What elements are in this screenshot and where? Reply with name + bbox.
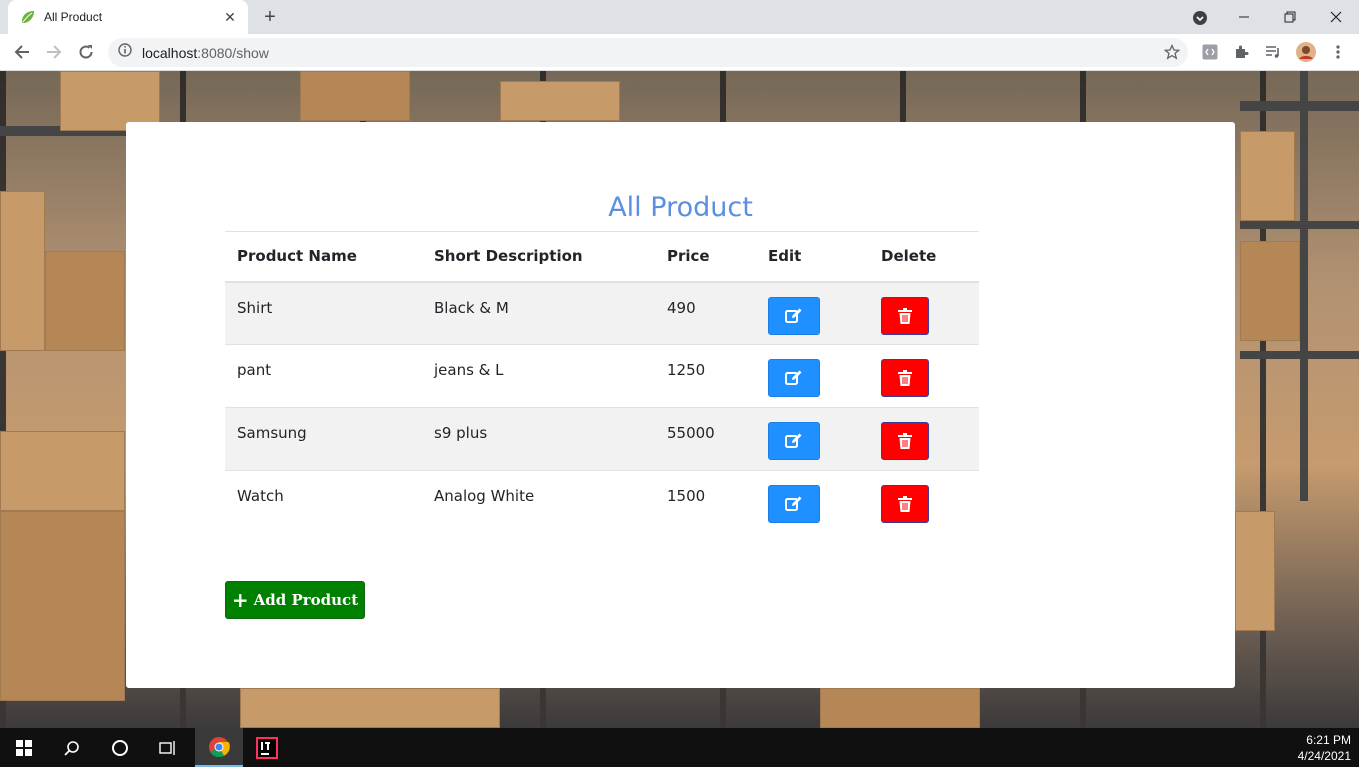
task-view-icon[interactable] — [144, 728, 192, 767]
edit-button[interactable] — [768, 422, 820, 460]
cell-product-name: Shirt — [225, 281, 422, 345]
menu-kebab-icon[interactable] — [1328, 42, 1348, 62]
browser-tab[interactable]: All Product ✕ — [8, 0, 248, 34]
table-row: Samsung s9 plus 55000 — [225, 407, 979, 471]
url-text: localhost:8080/show — [142, 45, 269, 61]
edit-icon — [785, 433, 802, 448]
trash-icon — [898, 496, 912, 512]
back-arrow-icon[interactable] — [10, 40, 34, 64]
cell-short-description: s9 plus — [422, 407, 655, 471]
spring-leaf-icon — [20, 9, 36, 25]
column-header-delete: Delete — [869, 231, 979, 283]
clock-time: 6:21 PM — [1306, 733, 1351, 747]
edit-button[interactable] — [768, 296, 820, 335]
address-bar[interactable]: localhost:8080/show — [108, 38, 1188, 67]
url-host: localhost — [142, 44, 198, 61]
add-product-label: Add Product — [253, 591, 359, 609]
windows-start-icon[interactable] — [0, 728, 48, 767]
cell-edit — [756, 407, 869, 471]
tab-close-icon[interactable]: ✕ — [222, 9, 238, 26]
cell-short-description: jeans & L — [422, 344, 655, 408]
edit-icon — [785, 370, 802, 385]
tab-strip: All Product ✕ + — [0, 0, 1359, 34]
column-header-price: Price — [655, 231, 756, 283]
table-row: pant jeans & L 1250 — [225, 344, 979, 408]
edit-icon — [785, 496, 802, 511]
page-viewport: All Product Product Name Short Descripti… — [0, 71, 1359, 728]
cell-product-name: pant — [225, 344, 422, 408]
cell-edit — [756, 470, 869, 534]
cell-short-description: Black & M — [422, 281, 655, 345]
bookmark-star-icon[interactable] — [1163, 43, 1181, 65]
cell-delete — [869, 281, 979, 345]
column-header-edit: Edit — [756, 231, 869, 283]
devtools-extension-icon[interactable] — [1200, 42, 1220, 62]
product-table: Product Name Short Description Price Edi… — [225, 231, 979, 534]
minimize-icon[interactable] — [1221, 0, 1267, 34]
trash-icon — [898, 307, 912, 324]
new-tab-button[interactable]: + — [258, 5, 282, 29]
column-header-short-description: Short Description — [422, 231, 655, 283]
table-row: Watch Analog White 1500 — [225, 470, 979, 534]
plus-icon: + — [231, 588, 249, 612]
intellij-taskbar-icon[interactable] — [243, 728, 291, 767]
close-window-icon[interactable] — [1313, 0, 1359, 34]
edit-button[interactable] — [768, 359, 820, 397]
url-path: :8080/show — [197, 44, 269, 61]
delete-button[interactable] — [881, 485, 929, 523]
clock-date: 4/24/2021 — [1297, 749, 1351, 763]
info-icon[interactable] — [118, 43, 132, 62]
tab-search-icon[interactable] — [1190, 8, 1210, 28]
cell-delete — [869, 407, 979, 471]
delete-button[interactable] — [881, 359, 929, 397]
cell-price: 1250 — [655, 344, 756, 408]
cell-short-description: Analog White — [422, 470, 655, 534]
profile-avatar[interactable] — [1296, 42, 1316, 62]
product-card: All Product Product Name Short Descripti… — [126, 122, 1235, 688]
system-clock[interactable]: 6:21 PM 4/24/2021 — [1298, 732, 1351, 764]
chrome-taskbar-icon[interactable] — [195, 728, 243, 767]
search-icon[interactable] — [48, 728, 96, 767]
forward-arrow-icon[interactable] — [42, 40, 66, 64]
trash-icon — [898, 370, 912, 386]
cell-product-name: Samsung — [225, 407, 422, 471]
trash-icon — [898, 433, 912, 449]
browser-toolbar: localhost:8080/show — [0, 34, 1359, 71]
reload-icon[interactable] — [74, 40, 98, 64]
cortana-icon[interactable] — [96, 728, 144, 767]
table-row: Shirt Black & M 490 — [225, 281, 979, 345]
cell-price: 55000 — [655, 407, 756, 471]
page-title: All Product — [608, 192, 753, 223]
column-header-product-name: Product Name — [225, 231, 422, 283]
taskbar: 6:21 PM 4/24/2021 — [0, 728, 1359, 767]
cell-edit — [756, 281, 869, 345]
cell-price: 490 — [655, 281, 756, 345]
cell-edit — [756, 344, 869, 408]
cell-price: 1500 — [655, 470, 756, 534]
edit-button[interactable] — [768, 485, 820, 523]
delete-button[interactable] — [881, 422, 929, 460]
tab-title: All Product — [44, 10, 103, 24]
delete-button[interactable] — [881, 296, 929, 335]
cell-delete — [869, 470, 979, 534]
extensions-puzzle-icon[interactable] — [1232, 42, 1252, 62]
add-product-button[interactable]: + Add Product — [225, 581, 365, 619]
cell-delete — [869, 344, 979, 408]
cell-product-name: Watch — [225, 470, 422, 534]
media-queue-icon[interactable] — [1263, 42, 1283, 62]
restore-icon[interactable] — [1267, 0, 1313, 34]
edit-icon — [785, 308, 802, 323]
table-header-row: Product Name Short Description Price Edi… — [225, 231, 979, 283]
